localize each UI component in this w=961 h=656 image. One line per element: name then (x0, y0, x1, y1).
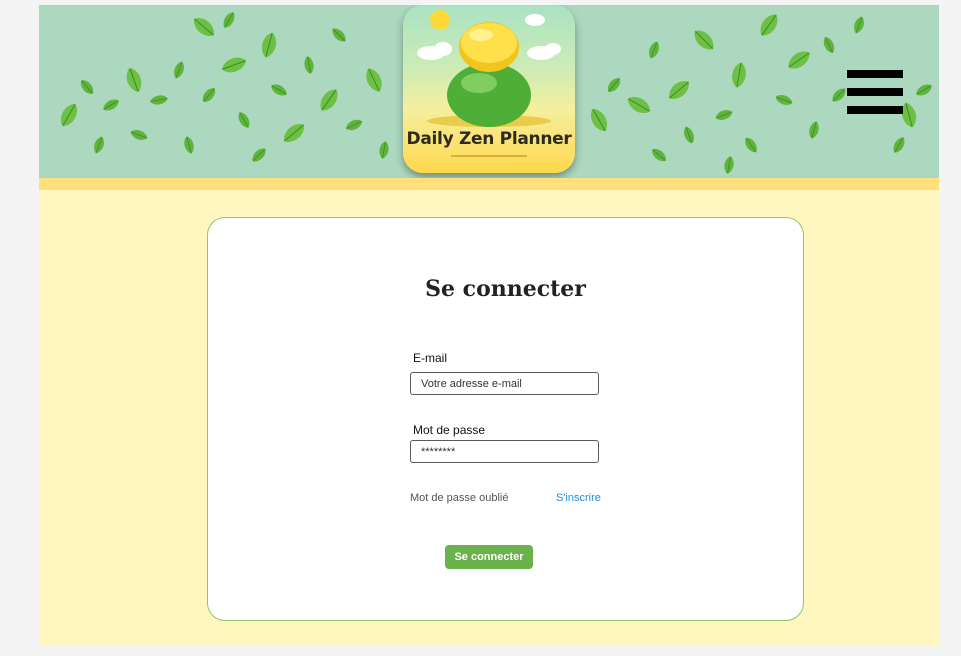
header-banner: Daily Zen Planner (39, 5, 939, 178)
password-field[interactable] (410, 440, 599, 463)
forgot-password-link[interactable]: Mot de passe oublié (410, 492, 508, 504)
signup-link[interactable]: S'inscrire (556, 492, 601, 504)
menu-bar-bottom (847, 106, 903, 114)
login-submit-button[interactable]: Se connecter (445, 545, 533, 569)
password-label: Mot de passe (413, 423, 486, 437)
menu-bar-top (847, 70, 903, 78)
menu-bar-middle (847, 88, 903, 96)
login-card: Se connecter E-mail Mot de passe Mot de … (207, 217, 804, 621)
login-title: Se connecter (425, 276, 586, 302)
email-field[interactable] (410, 372, 599, 395)
header-stripe (39, 178, 939, 190)
app-logo: Daily Zen Planner (403, 5, 575, 173)
hamburger-menu-icon[interactable] (847, 70, 903, 114)
email-label: E-mail (413, 351, 448, 365)
logo-text: Daily Zen Planner (406, 129, 572, 149)
page-container: Daily Zen Planner Se connecter E-mail Mo… (39, 5, 939, 645)
logo-underline (451, 155, 527, 157)
